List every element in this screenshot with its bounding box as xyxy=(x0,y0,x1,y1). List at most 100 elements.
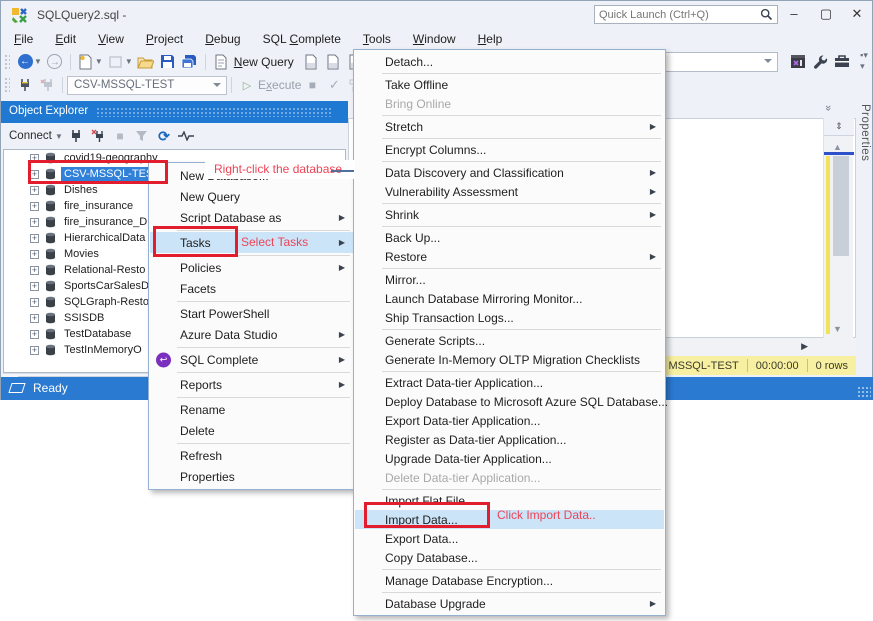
menu-item-generate-scripts[interactable]: Generate Scripts... xyxy=(355,331,664,350)
mdx-query-icon[interactable] xyxy=(301,52,321,72)
database-name[interactable]: Relational-Resto xyxy=(61,263,148,277)
add-item-dropdown-caret-icon[interactable]: ▼ xyxy=(125,57,133,66)
menubar-item-edit[interactable]: Edit xyxy=(44,30,87,50)
menu-item-upgrade-data-tier-application[interactable]: Upgrade Data-tier Application... xyxy=(355,449,664,468)
menu-item-back-up[interactable]: Back Up... xyxy=(355,228,664,247)
available-databases-combo[interactable]: CSV-MSSQL-TEST xyxy=(67,76,227,95)
menu-item-launch-database-mirroring-monitor[interactable]: Launch Database Mirroring Monitor... xyxy=(355,289,664,308)
expand-icon[interactable]: + xyxy=(30,266,39,275)
navigate-back-icon[interactable]: ← xyxy=(15,52,35,72)
menubar-item-window[interactable]: Window xyxy=(402,30,467,50)
database-name[interactable]: HierarchicalData xyxy=(61,231,148,245)
menu-item-sql-complete[interactable]: ↩SQL Complete▶ xyxy=(150,349,353,370)
menu-item-new-query[interactable]: New Query xyxy=(150,186,353,207)
database-name[interactable]: Dishes xyxy=(61,183,101,197)
menu-item-register-as-data-tier-application[interactable]: Register as Data-tier Application... xyxy=(355,430,664,449)
menu-item-azure-data-studio[interactable]: Azure Data Studio▶ xyxy=(150,324,353,345)
save-all-icon[interactable] xyxy=(180,52,200,72)
expand-icon[interactable]: + xyxy=(30,218,39,227)
menubar-item-project[interactable]: Project xyxy=(135,30,194,50)
resize-grip[interactable] xyxy=(857,386,871,398)
stop-icon[interactable]: ■ xyxy=(302,75,322,95)
refresh-icon[interactable]: ⟳ xyxy=(154,126,174,146)
menu-item-delete[interactable]: Delete xyxy=(150,420,353,441)
save-icon[interactable] xyxy=(158,52,178,72)
menu-item-manage-database-encryption[interactable]: Manage Database Encryption... xyxy=(355,571,664,590)
menu-item-refresh[interactable]: Refresh xyxy=(150,445,353,466)
menu-item-data-discovery-and-classification[interactable]: Data Discovery and Classification▶ xyxy=(355,163,664,182)
expand-icon[interactable]: + xyxy=(30,346,39,355)
toolbar-grip[interactable] xyxy=(4,54,10,70)
disconnect-plug-icon[interactable] xyxy=(88,126,108,146)
connect-plug-icon[interactable] xyxy=(66,126,86,146)
expand-icon[interactable]: + xyxy=(30,282,39,291)
back-dropdown-caret-icon[interactable]: ▼ xyxy=(34,57,42,66)
menu-item-export-data[interactable]: Export Data... xyxy=(355,529,664,548)
menu-item-policies[interactable]: Policies▶ xyxy=(150,257,353,278)
window-position-chevron-icon[interactable]: » xyxy=(822,105,834,111)
menu-item-reports[interactable]: Reports▶ xyxy=(150,374,353,395)
menubar-item-debug[interactable]: Debug xyxy=(194,30,251,50)
expand-icon[interactable]: + xyxy=(30,330,39,339)
expand-icon[interactable]: + xyxy=(30,250,39,259)
new-file-dropdown-caret-icon[interactable]: ▼ xyxy=(95,57,103,66)
activity-monitor-icon[interactable] xyxy=(176,126,196,146)
database-name[interactable]: fire_insurance xyxy=(61,199,136,213)
menu-item-rename[interactable]: Rename xyxy=(150,399,353,420)
expand-icon[interactable]: + xyxy=(30,202,39,211)
toolbar-grip[interactable] xyxy=(4,77,10,93)
scroll-down-icon[interactable]: ▼ xyxy=(833,324,842,334)
connect-icon[interactable] xyxy=(15,75,35,95)
minimize-button[interactable]: – xyxy=(781,3,807,25)
menu-item-generate-in-memory-oltp-migration-checklists[interactable]: Generate In-Memory OLTP Migration Checkl… xyxy=(355,350,664,369)
menu-item-properties[interactable]: Properties xyxy=(150,466,353,487)
menu-item-copy-database[interactable]: Copy Database... xyxy=(355,548,664,567)
filter-icon[interactable] xyxy=(132,126,152,146)
new-query-button[interactable]: New Query xyxy=(234,55,294,69)
add-item-icon[interactable] xyxy=(106,52,126,72)
menu-item-restore[interactable]: Restore▶ xyxy=(355,247,664,266)
quick-launch-box[interactable] xyxy=(594,5,778,24)
database-name[interactable]: SSISDB xyxy=(61,311,107,325)
new-file-icon[interactable] xyxy=(76,52,96,72)
menu-item-facets[interactable]: Facets xyxy=(150,278,353,299)
execute-button[interactable]: Execute xyxy=(258,78,301,92)
menu-item-mirror[interactable]: Mirror... xyxy=(355,270,664,289)
editor-vertical-scrollbar[interactable]: ⇕ ▲ ▼ xyxy=(823,118,853,338)
menu-item-detach[interactable]: Detach... xyxy=(355,52,664,71)
scroll-right-icon[interactable]: ▶ xyxy=(801,341,808,352)
menubar-item-file[interactable]: File xyxy=(3,30,44,50)
object-explorer-titlebar[interactable]: Object Explorer xyxy=(1,101,348,123)
database-name[interactable]: TestDatabase xyxy=(61,327,134,341)
tab-properties[interactable]: Properties xyxy=(859,104,871,161)
menu-item-stretch[interactable]: Stretch▶ xyxy=(355,117,664,136)
menu-item-encrypt-columns[interactable]: Encrypt Columns... xyxy=(355,140,664,159)
menu-item-extract-data-tier-application[interactable]: Extract Data-tier Application... xyxy=(355,373,664,392)
menubar-item-sql-complete[interactable]: SQL Complete xyxy=(252,30,352,50)
quick-launch-input[interactable] xyxy=(599,7,749,22)
close-button[interactable]: ✕ xyxy=(844,3,870,25)
menu-item-start-powershell[interactable]: Start PowerShell xyxy=(150,303,353,324)
menubar-item-help[interactable]: Help xyxy=(467,30,514,50)
menu-item-database-upgrade[interactable]: Database Upgrade▶ xyxy=(355,594,664,613)
dmx-query-icon[interactable] xyxy=(323,52,343,72)
menu-item-script-database-as[interactable]: Script Database as▶ xyxy=(150,207,353,228)
maximize-button[interactable]: ▢ xyxy=(813,3,839,25)
ssms-window-icon[interactable] xyxy=(788,51,808,71)
menu-item-deploy-database-to-microsoft-azure-sql-database[interactable]: Deploy Database to Microsoft Azure SQL D… xyxy=(355,392,664,411)
toolbox-icon[interactable] xyxy=(832,51,852,71)
menu-item-export-data-tier-application[interactable]: Export Data-tier Application... xyxy=(355,411,664,430)
wrench-icon[interactable] xyxy=(810,51,830,71)
stop-icon[interactable]: ■ xyxy=(110,126,130,146)
database-name[interactable]: SQLGraph-Resto xyxy=(61,295,152,309)
expand-icon[interactable]: + xyxy=(30,186,39,195)
toolbar-overflow-icon[interactable]: ▪▾▾ xyxy=(854,51,873,71)
database-name[interactable]: fire_insurance_D xyxy=(61,215,150,229)
scrollbar-thumb[interactable] xyxy=(833,156,849,256)
expand-icon[interactable]: + xyxy=(30,298,39,307)
parse-check-icon[interactable]: ✓ xyxy=(324,75,344,95)
connect-dropdown[interactable]: Connect ▼ xyxy=(9,130,63,142)
menu-item-ship-transaction-logs[interactable]: Ship Transaction Logs... xyxy=(355,308,664,327)
expand-icon[interactable]: + xyxy=(30,314,39,323)
database-name[interactable]: SportsCarSalesD xyxy=(61,279,152,293)
